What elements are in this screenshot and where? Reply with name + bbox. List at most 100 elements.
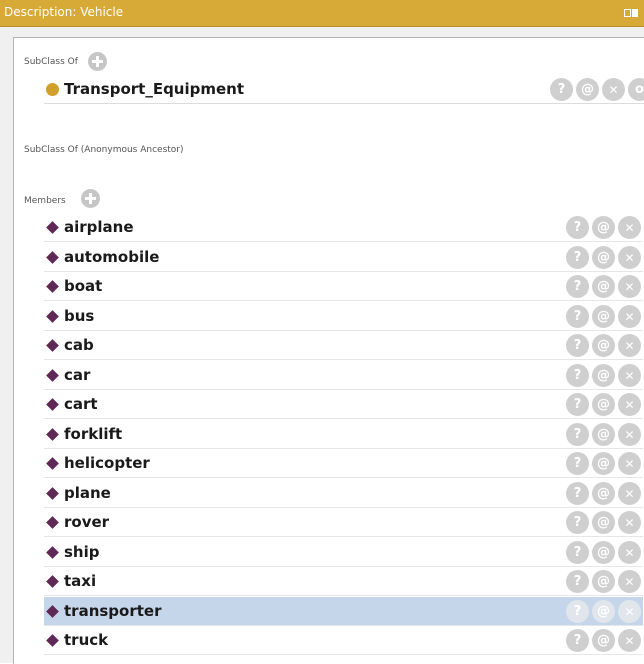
member-actions: ? @ — [566, 423, 641, 446]
help-icon[interactable]: ? — [566, 541, 589, 564]
at-sign-icon[interactable]: @ — [592, 275, 615, 298]
at-sign-icon[interactable]: @ — [592, 393, 615, 416]
close-icon[interactable] — [618, 364, 641, 387]
close-view-icon[interactable] — [632, 9, 638, 17]
help-icon[interactable]: ? — [566, 423, 589, 446]
at-sign-icon[interactable]: @ — [592, 423, 615, 446]
member-actions: ? @ — [566, 600, 641, 623]
subclass-of-item[interactable]: Transport_Equipment ? @ o — [44, 75, 644, 104]
at-sign-icon[interactable]: @ — [592, 216, 615, 239]
individual-diamond-icon — [46, 280, 59, 293]
edit-icon[interactable]: o — [628, 78, 644, 101]
at-sign-icon[interactable]: @ — [592, 482, 615, 505]
close-icon[interactable] — [618, 600, 641, 623]
individual-diamond-icon — [46, 457, 59, 470]
member-row[interactable]: cab? @ — [44, 331, 643, 360]
member-label: truck — [64, 631, 109, 649]
help-icon[interactable]: ? — [566, 216, 589, 239]
member-label: airplane — [64, 218, 134, 236]
at-sign-icon[interactable]: @ — [592, 511, 615, 534]
view-controls[interactable] — [624, 6, 644, 20]
member-row[interactable]: boat? @ — [44, 272, 643, 301]
close-icon[interactable] — [618, 393, 641, 416]
member-row[interactable]: rover? @ — [44, 508, 643, 537]
individual-diamond-icon — [46, 369, 59, 382]
individual-diamond-icon — [46, 605, 59, 618]
member-row[interactable]: airplane? @ — [44, 213, 643, 242]
member-actions: ? @ — [566, 570, 641, 593]
help-icon[interactable]: ? — [566, 305, 589, 328]
member-row[interactable]: car? @ — [44, 361, 643, 390]
help-icon[interactable]: ? — [566, 600, 589, 623]
close-icon[interactable] — [618, 216, 641, 239]
member-row[interactable]: taxi? @ — [44, 567, 643, 596]
individual-diamond-icon — [46, 575, 59, 588]
class-circle-icon — [46, 83, 59, 96]
at-sign-icon[interactable]: @ — [576, 78, 599, 101]
close-icon[interactable] — [618, 570, 641, 593]
member-actions: ? @ — [566, 246, 641, 269]
close-icon[interactable] — [618, 334, 641, 357]
float-view-icon[interactable] — [624, 9, 631, 17]
member-actions: ? @ — [566, 334, 641, 357]
help-icon[interactable]: ? — [566, 334, 589, 357]
close-icon[interactable] — [618, 511, 641, 534]
at-sign-icon[interactable]: @ — [592, 541, 615, 564]
individual-diamond-icon — [46, 221, 59, 234]
member-row[interactable]: helicopter? @ — [44, 449, 643, 478]
help-icon[interactable]: ? — [566, 482, 589, 505]
at-sign-icon[interactable]: @ — [592, 364, 615, 387]
at-sign-icon[interactable]: @ — [592, 246, 615, 269]
member-row[interactable]: cart? @ — [44, 390, 643, 419]
at-sign-icon[interactable]: @ — [592, 452, 615, 475]
individual-diamond-icon — [46, 310, 59, 323]
at-sign-icon[interactable]: @ — [592, 334, 615, 357]
member-label: cart — [64, 395, 98, 413]
at-sign-icon[interactable]: @ — [592, 305, 615, 328]
help-icon[interactable]: ? — [566, 511, 589, 534]
member-row[interactable]: forklift? @ — [44, 420, 643, 449]
help-icon[interactable]: ? — [566, 629, 589, 652]
close-icon[interactable] — [618, 305, 641, 328]
subclass-of-label: SubClass Of — [24, 57, 78, 67]
member-row[interactable]: plane? @ — [44, 479, 643, 508]
help-icon[interactable]: ? — [550, 78, 573, 101]
member-row[interactable]: automobile? @ — [44, 243, 643, 272]
member-row[interactable]: ship? @ — [44, 538, 643, 567]
member-row[interactable]: transporter? @ — [44, 597, 643, 626]
help-icon[interactable]: ? — [566, 452, 589, 475]
at-sign-icon[interactable]: @ — [592, 570, 615, 593]
add-member-button[interactable] — [81, 189, 100, 208]
at-sign-icon[interactable]: @ — [592, 600, 615, 623]
close-icon[interactable] — [618, 452, 641, 475]
member-row[interactable]: bus? @ — [44, 302, 643, 331]
member-label: cab — [64, 336, 94, 354]
help-icon[interactable]: ? — [566, 393, 589, 416]
member-label: taxi — [64, 572, 97, 590]
help-icon[interactable]: ? — [566, 275, 589, 298]
close-icon[interactable] — [602, 78, 625, 101]
member-actions: ? @ — [566, 452, 641, 475]
close-icon[interactable] — [618, 423, 641, 446]
help-icon[interactable]: ? — [566, 364, 589, 387]
member-label: automobile — [64, 248, 160, 266]
member-row[interactable]: truck? @ — [44, 626, 643, 655]
subclass-of-item-label: Transport_Equipment — [64, 80, 245, 98]
help-icon[interactable]: ? — [566, 246, 589, 269]
view-title: Description: Vehicle — [4, 5, 124, 19]
anonymous-ancestor-label: SubClass Of (Anonymous Ancestor) — [24, 145, 184, 155]
member-actions: ? @ — [566, 541, 641, 564]
member-label: transporter — [64, 602, 162, 620]
help-icon[interactable]: ? — [566, 570, 589, 593]
close-icon[interactable] — [618, 629, 641, 652]
close-icon[interactable] — [618, 482, 641, 505]
individual-diamond-icon — [46, 398, 59, 411]
subclass-of-item-actions: ? @ o — [550, 78, 644, 101]
member-label: forklift — [64, 425, 123, 443]
member-actions: ? @ — [566, 511, 641, 534]
at-sign-icon[interactable]: @ — [592, 629, 615, 652]
close-icon[interactable] — [618, 246, 641, 269]
close-icon[interactable] — [618, 275, 641, 298]
close-icon[interactable] — [618, 541, 641, 564]
add-subclass-of-button[interactable] — [88, 52, 107, 71]
